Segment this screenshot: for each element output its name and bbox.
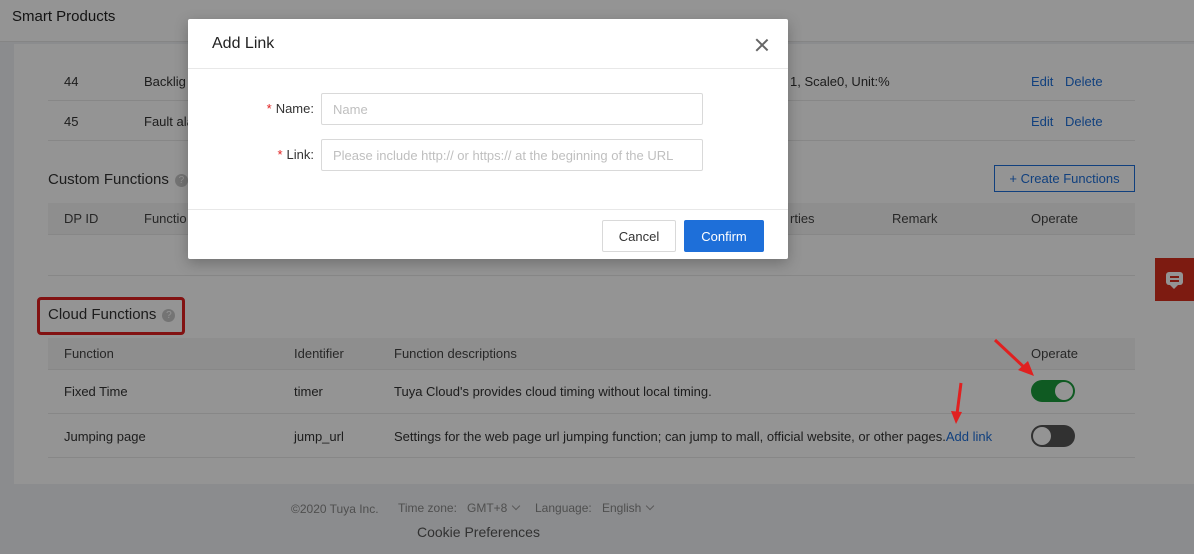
name-label: * Name:: [246, 101, 314, 116]
link-label: * Link:: [246, 147, 314, 162]
name-input[interactable]: [321, 93, 703, 125]
link-input[interactable]: [321, 139, 703, 171]
required-mark: *: [266, 101, 272, 116]
dialog-header: Add Link: [188, 19, 788, 69]
cancel-button[interactable]: Cancel: [602, 220, 676, 252]
link-label-text: Link: [286, 147, 311, 162]
label-suffix: :: [310, 147, 314, 162]
dialog-footer: Cancel Confirm: [188, 209, 788, 259]
name-label-text: Name: [275, 101, 311, 116]
required-mark: *: [277, 147, 283, 162]
confirm-button[interactable]: Confirm: [684, 220, 764, 252]
label-suffix: :: [310, 101, 314, 116]
close-icon[interactable]: [754, 37, 770, 53]
add-link-dialog: Add Link *Name: *Link: Cancel Confirm: [188, 19, 788, 259]
dialog-title: Add Link: [212, 35, 275, 52]
